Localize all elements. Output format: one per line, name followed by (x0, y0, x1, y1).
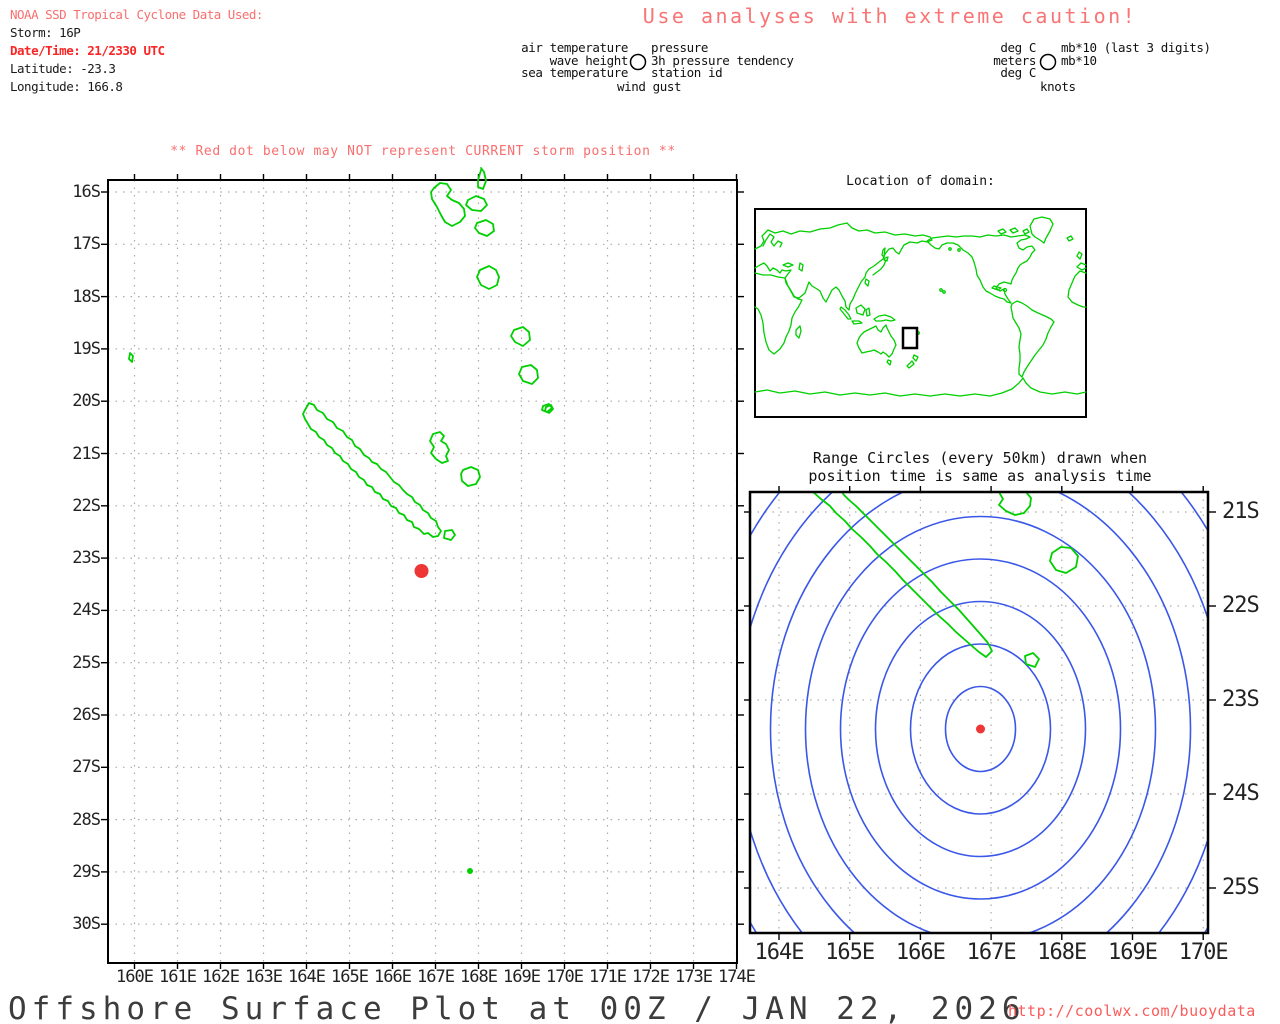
mare-range (1049, 546, 1079, 574)
info-longitude: Longitude: 166.8 (10, 79, 123, 94)
units-knots: knots (1040, 79, 1076, 94)
main-y-tick-label: 17S (72, 234, 101, 255)
range-x-tick-label: 166E (895, 940, 946, 965)
inset-map-title: Location of domain: (846, 174, 995, 189)
main-y-tick-label: 27S (72, 757, 101, 778)
range-plot-title-line2: position time is same as analysis time (808, 467, 1152, 485)
range-plot-frame (748, 490, 1210, 935)
norfolk-island-dot (467, 868, 473, 874)
main-y-tick-label: 20S (72, 391, 101, 412)
efate-island (476, 265, 500, 290)
main-y-tick-label: 30S (72, 914, 101, 935)
main-y-tick-label: 26S (72, 705, 101, 725)
main-y-tick-label: 24S (72, 600, 101, 621)
units-model-circle-icon (1039, 53, 1057, 71)
station-legend-sea-temp: sea temperature (521, 65, 628, 80)
station-legend-left: air temperature wave height sea temperat… (505, 41, 628, 80)
units-degc-2: deg C (1000, 65, 1036, 80)
range-y-tick-label: 24S (1222, 781, 1260, 806)
range-x-tick-label: 167E (966, 940, 1017, 965)
range-plot-coastlines (812, 492, 1079, 668)
main-y-tick-label: 16S (72, 182, 101, 202)
domain-location-box (901, 326, 919, 350)
range-y-tick-label: 23S (1222, 687, 1260, 712)
units-legend-left: deg C meters deg C (940, 41, 1036, 80)
range-x-tick-label: 170E (1178, 940, 1229, 965)
range-x-tick-label: 164E (754, 940, 805, 965)
station-legend-wind-gust: wind gust (617, 79, 682, 94)
range-y-tick-label: 22S (1222, 593, 1260, 618)
world-inset-frame (754, 208, 1087, 418)
world-inset-map (754, 208, 1087, 418)
range-x-tick-label: 168E (1037, 940, 1087, 965)
buoy-plot-page: NOAA SSD Tropical Cyclone Data Used: Sto… (0, 0, 1280, 1024)
range-y-tick-label: 25S (1222, 875, 1260, 900)
main-y-tick-label: 22S (72, 495, 101, 516)
units-mb10: mb*10 (1061, 52, 1097, 68)
source-url: http://coolwx.com/buoydata (1008, 1002, 1256, 1020)
tanna-island (518, 364, 539, 385)
espiritu-santo-island (430, 182, 466, 227)
red-dot-warning: ** Red dot below may NOT represent CURRE… (170, 144, 676, 159)
caution-banner: Use analyses with extreme caution! (642, 4, 1138, 28)
erromango-island (510, 326, 531, 347)
main-y-tick-label: 28S (72, 809, 101, 830)
maewo-island (477, 167, 487, 190)
lifou-island (429, 431, 450, 464)
lifou-range (998, 492, 1032, 516)
west-reef-islet (128, 352, 134, 363)
main-y-tick-label: 21S (72, 443, 101, 464)
isle-of-pines (443, 529, 456, 541)
main-y-tick-label: 19S (72, 338, 101, 359)
range-y-tick-label: 21S (1222, 499, 1260, 524)
new-caledonia-coastline (302, 402, 442, 538)
station-legend-station-id: station id (651, 65, 723, 80)
isle-of-pines-range (1024, 652, 1040, 668)
range-plot-title-line1: Range Circles (every 50km) drawn when (812, 449, 1148, 467)
range-circles (750, 492, 1208, 933)
storm-position-dot (414, 564, 429, 578)
main-y-tick-label: 18S (72, 286, 101, 307)
range-x-tick-label: 165E (825, 940, 875, 965)
plot-main-title: Offshore Surface Plot at 00Z / JAN 22, 2… (8, 991, 1026, 1024)
station-legend-right: pressure 3h pressure tendency station id (651, 41, 851, 80)
main-y-tick-label: 25S (72, 652, 101, 673)
range-center-storm-dot (976, 724, 985, 734)
range-x-tick-label: 169E (1108, 940, 1158, 965)
world-coastlines (754, 216, 1087, 397)
info-title: NOAA SSD Tropical Cyclone Data Used: (10, 7, 263, 22)
info-storm: Storm: 16P (10, 25, 81, 40)
units-legend-right: mb*10 (last 3 digits) mb*10 (1061, 41, 1271, 68)
pentecost-island (465, 195, 488, 212)
main-x-tick-label: 174E (718, 967, 756, 987)
main-y-tick-label: 23S (72, 548, 101, 569)
aneityum-island (544, 404, 554, 414)
main-map-coastlines (128, 167, 554, 541)
station-model-circle-icon (629, 53, 647, 71)
info-datetime: Date/Time: 21/2330 UTC (10, 43, 165, 58)
mare-island (460, 466, 481, 487)
range-plot-ticks (744, 486, 1216, 940)
main-y-tick-label: 29S (72, 861, 101, 882)
range-plot-gridlines (750, 492, 1208, 933)
info-latitude: Latitude: -23.3 (10, 61, 116, 76)
ambrym-island (474, 219, 495, 237)
